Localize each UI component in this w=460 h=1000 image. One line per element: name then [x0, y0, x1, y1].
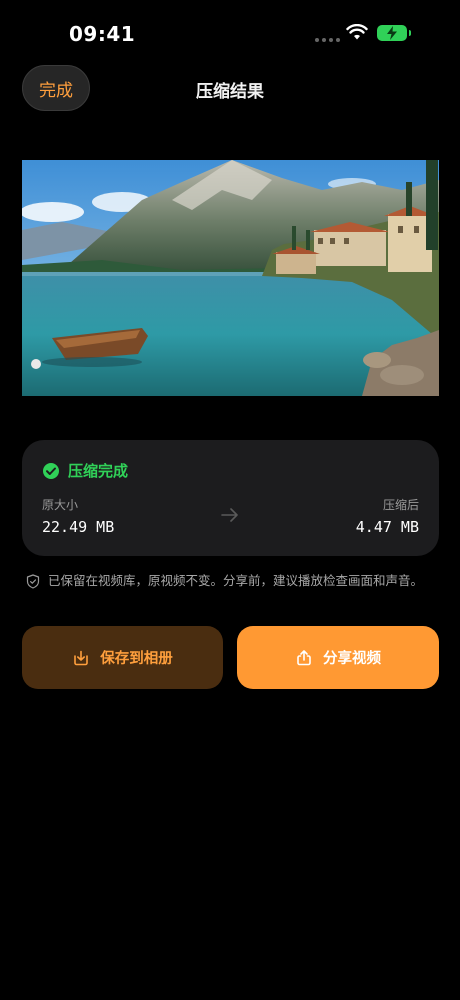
shield-check-icon: [26, 574, 40, 589]
save-to-album-button[interactable]: 保存到相册: [22, 626, 223, 689]
status-row: 压缩完成: [42, 460, 128, 481]
video-preview-image: [22, 160, 439, 396]
share-icon: [297, 649, 311, 665]
download-icon: [74, 650, 89, 665]
info-note: 已保留在视频库，原视频不变。分享前，建议播放检查画面和声音。: [26, 571, 426, 591]
battery-icon: [377, 25, 411, 41]
status-bar: 09:41: [0, 0, 460, 60]
note-text: 已保留在视频库，原视频不变。分享前，建议播放检查画面和声音。: [48, 573, 424, 588]
save-button-label: 保存到相册: [100, 651, 173, 667]
original-size-label: 原大小: [42, 498, 79, 512]
compression-result-card: 压缩完成 原大小 22.49 MB 压缩后 4.47 MB: [22, 440, 439, 556]
original-size-value: 22.49 MB: [42, 518, 115, 536]
share-button-label: 分享视频: [323, 651, 381, 667]
status-text: 压缩完成: [68, 462, 129, 480]
compressed-size-label: 压缩后: [382, 498, 419, 512]
wifi-icon: [346, 24, 368, 40]
page-title: 压缩结果: [196, 82, 264, 102]
cellular-signal-icon: [315, 38, 340, 42]
compressed-size-value: 4.47 MB: [355, 518, 419, 536]
share-video-button[interactable]: 分享视频: [237, 626, 439, 689]
check-circle-icon: [43, 462, 59, 479]
arrow-right-icon: [221, 508, 238, 522]
status-time: 09:41: [69, 22, 136, 46]
